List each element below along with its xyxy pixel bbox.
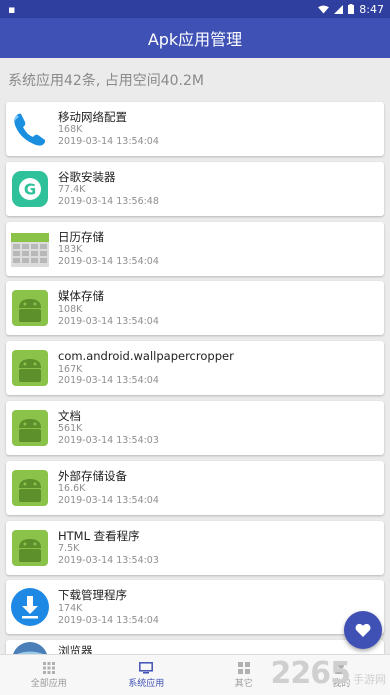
status-bar: ▪ 8:47 bbox=[0, 0, 390, 18]
google-installer-icon: G bbox=[10, 169, 50, 209]
android-icon bbox=[10, 348, 50, 388]
app-date: 2019-03-14 13:54:04 bbox=[58, 375, 159, 387]
android-icon bbox=[10, 288, 50, 328]
tab-system-apps[interactable]: 系统应用 bbox=[98, 655, 196, 695]
android-icon bbox=[10, 468, 50, 508]
phone-icon bbox=[10, 109, 50, 149]
app-size: 16.6K bbox=[58, 483, 86, 495]
page-title: Apk应用管理 bbox=[147, 30, 243, 49]
wifi-icon bbox=[318, 4, 330, 14]
app-name: 日历存储 bbox=[58, 229, 104, 244]
list-item[interactable]: HTML 查看程序 7.5K 2019-03-14 13:54:03 bbox=[6, 520, 384, 575]
calendar-icon bbox=[10, 229, 50, 269]
list-item[interactable]: com.android.wallpapercropper 167K 2019-0… bbox=[6, 341, 384, 396]
summary-text: 系统应用42条, 占用空间40.2M bbox=[8, 73, 204, 89]
app-date: 2019-03-14 13:54:04 bbox=[58, 494, 159, 506]
app-size: 7.5K bbox=[58, 542, 80, 554]
app-name: 谷歌安装器 bbox=[58, 169, 116, 184]
list-item[interactable]: 媒体存储 108K 2019-03-14 13:54:04 bbox=[6, 281, 384, 336]
app-name: com.android.wallpapercropper bbox=[58, 349, 234, 364]
app-name: HTML 查看程序 bbox=[58, 528, 140, 543]
app-name: 移动网络配置 bbox=[58, 109, 127, 124]
app-date: 2019-03-14 13:54:03 bbox=[58, 554, 159, 566]
status-time: 8:47 bbox=[359, 2, 384, 16]
android-icon bbox=[10, 408, 50, 448]
list-item[interactable]: G 谷歌安装器 77.4K 2019-03-14 13:56:48 bbox=[6, 161, 384, 216]
app-size: 183K bbox=[58, 243, 83, 255]
app-size: 77.4K bbox=[58, 184, 86, 196]
app-name: 文档 bbox=[58, 408, 81, 423]
app-date: 2019-03-14 13:56:48 bbox=[58, 195, 159, 207]
app-size: 174K bbox=[58, 602, 83, 614]
app-name: 下载管理程序 bbox=[58, 588, 127, 603]
signal-icon bbox=[334, 4, 344, 14]
app-name: 媒体存储 bbox=[58, 289, 104, 304]
apps-icon bbox=[237, 661, 250, 674]
app-bar: Apk应用管理 bbox=[0, 18, 390, 58]
status-notification-icon: ▪ bbox=[8, 2, 16, 16]
app-size: 167K bbox=[58, 363, 83, 375]
download-icon bbox=[10, 587, 50, 627]
tab-label: 全部应用 bbox=[30, 678, 67, 689]
grid-icon bbox=[42, 661, 55, 674]
app-size: 168K bbox=[58, 124, 83, 136]
app-date: 2019-03-14 13:54:04 bbox=[58, 614, 159, 626]
app-list: 移动网络配置 168K 2019-03-14 13:54:04 G 谷歌安装器 … bbox=[0, 102, 390, 671]
watermark-number: 2265 bbox=[270, 656, 351, 691]
tab-all-apps[interactable]: 全部应用 bbox=[0, 655, 98, 695]
app-size: 108K bbox=[58, 303, 83, 315]
app-size: 561K bbox=[58, 423, 83, 435]
heart-icon bbox=[355, 623, 371, 637]
app-date: 2019-03-14 13:54:04 bbox=[58, 136, 159, 148]
app-date: 2019-03-14 13:54:04 bbox=[58, 315, 159, 327]
list-item[interactable]: 移动网络配置 168K 2019-03-14 13:54:04 bbox=[6, 102, 384, 156]
list-item[interactable]: 文档 561K 2019-03-14 13:54:03 bbox=[6, 400, 384, 455]
status-icons: 8:47 bbox=[318, 3, 384, 16]
watermark-logo: 2265 手游网 bbox=[271, 656, 387, 691]
android-icon bbox=[10, 528, 50, 568]
monitor-icon bbox=[139, 661, 154, 673]
favorite-button[interactable] bbox=[344, 611, 382, 649]
battery-icon bbox=[348, 4, 355, 14]
list-item[interactable]: 外部存储设备 16.6K 2019-03-14 13:54:04 bbox=[6, 460, 384, 515]
svg-text:G: G bbox=[24, 180, 36, 198]
watermark-text: 手游网 bbox=[353, 673, 386, 686]
tab-label: 系统应用 bbox=[128, 678, 165, 689]
tab-label: 其它 bbox=[234, 678, 253, 689]
app-date: 2019-03-14 13:54:04 bbox=[58, 255, 159, 267]
app-date: 2019-03-14 13:54:03 bbox=[58, 435, 159, 447]
list-item[interactable]: 日历存储 183K 2019-03-14 13:54:04 bbox=[6, 221, 384, 276]
list-item[interactable]: 下载管理程序 174K 2019-03-14 13:54:04 bbox=[6, 580, 384, 635]
app-name: 外部存储设备 bbox=[58, 468, 127, 483]
